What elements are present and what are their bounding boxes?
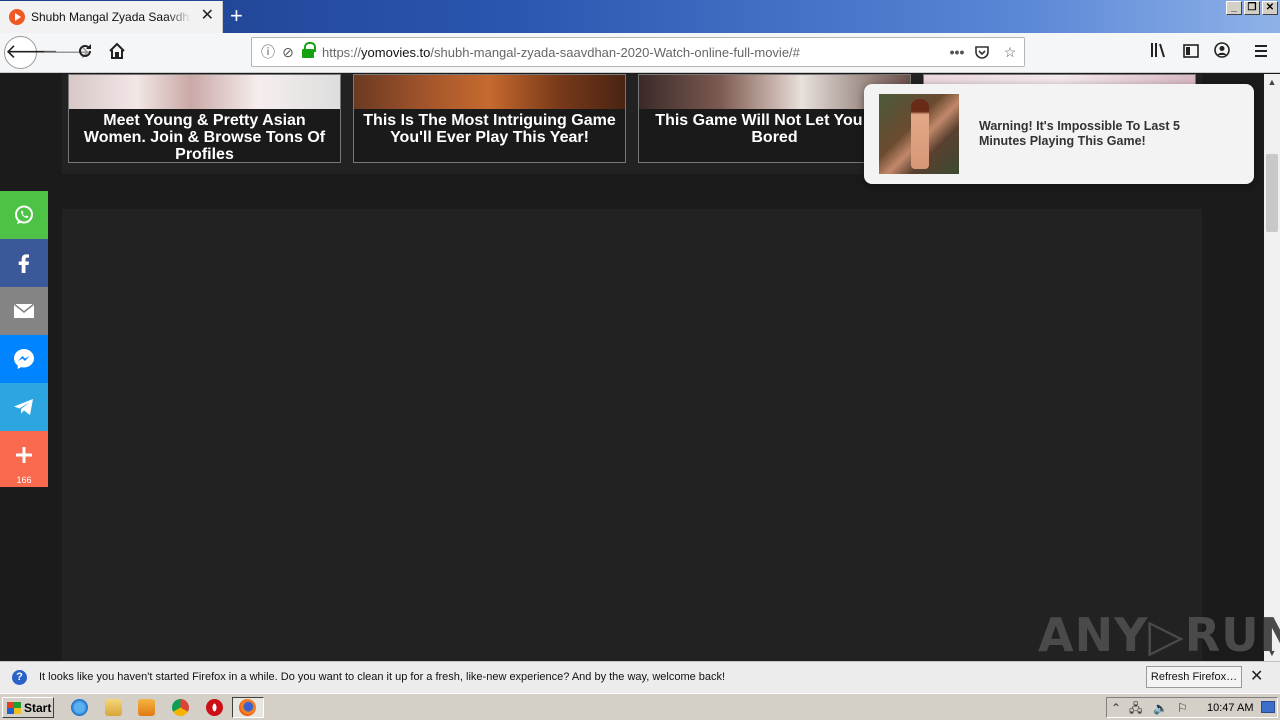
whatsapp-icon [15, 205, 33, 224]
video-player-area[interactable] [62, 209, 1202, 661]
notification-bar: ? It looks like you haven't started Fire… [0, 661, 1280, 693]
messenger-share-button[interactable] [0, 335, 48, 383]
ad-caption: This Is The Most Intriguing Game You'll … [363, 112, 616, 146]
taskbar: Start ⌃ 🖧 🔈 ⚐ 10:47 AM [0, 693, 1280, 720]
show-desktop-icon[interactable] [1261, 701, 1275, 713]
facebook-share-button[interactable] [0, 239, 48, 287]
home-button[interactable] [106, 42, 128, 64]
lock-icon[interactable] [302, 42, 316, 58]
sidebar-toggle-icon[interactable] [1180, 42, 1202, 62]
firefox-icon [239, 699, 256, 716]
ad-card[interactable]: Meet Young & Pretty Asian Women. Join & … [68, 74, 341, 163]
folder-icon[interactable] [105, 699, 122, 716]
telegram-share-button[interactable] [0, 383, 48, 431]
pocket-icon[interactable] [974, 44, 990, 63]
more-share-button[interactable]: 166 [0, 431, 48, 487]
tab-title: Shubh Mangal Zyada Saavdhan (2 [31, 10, 191, 24]
chrome-icon[interactable] [172, 699, 189, 716]
media-player-icon[interactable] [138, 699, 155, 716]
close-tab-icon[interactable]: ✕ [201, 8, 214, 24]
start-button[interactable]: Start [2, 697, 54, 718]
tray-expand-icon[interactable]: ⌃ [1111, 701, 1121, 715]
flag-icon[interactable]: ⚐ [1177, 701, 1188, 715]
ad-image [69, 75, 340, 109]
url-text[interactable]: https://yomovies.to/shubh-mangal-zyada-s… [322, 45, 800, 60]
close-notification-icon[interactable]: ✕ [1250, 668, 1263, 686]
volume-icon[interactable]: 🔈 [1153, 701, 1168, 715]
whatsapp-share-button[interactable] [0, 191, 48, 239]
network-icon[interactable]: 🖧 [1129, 701, 1142, 715]
popup-ad[interactable]: Warning! It's Impossible To Last 5 Minut… [864, 84, 1254, 184]
internet-explorer-icon[interactable] [71, 699, 88, 716]
ad-caption: Meet Young & Pretty Asian Women. Join & … [83, 112, 326, 163]
ad-image [354, 75, 625, 109]
scroll-thumb[interactable] [1266, 154, 1278, 232]
ad-card[interactable]: This Is The Most Intriguing Game You'll … [353, 74, 626, 163]
home-icon [109, 42, 125, 59]
forward-button[interactable]: 🡒 [42, 42, 90, 62]
question-icon: ? [12, 670, 27, 685]
system-tray: ⌃ 🖧 🔈 ⚐ 10:47 AM [1106, 697, 1278, 718]
info-icon[interactable]: ⓘ [260, 44, 276, 60]
email-icon [13, 303, 35, 318]
site-favicon-icon [9, 9, 25, 25]
window-controls: _ ❐ ✕ [1226, 1, 1278, 15]
opera-icon[interactable] [206, 699, 223, 716]
new-tab-button[interactable]: + [230, 4, 243, 28]
navigation-toolbar: 🡐 🡒 ⓘ ⊘ https://yomovies.to/shubh-mangal… [0, 33, 1280, 73]
address-bar[interactable]: ⓘ ⊘ https://yomovies.to/shubh-mangal-zya… [251, 37, 1025, 67]
plus-icon [16, 447, 32, 463]
messenger-icon [14, 349, 34, 369]
scroll-up-arrow-icon[interactable]: ▲ [1264, 74, 1280, 90]
page-actions-icon[interactable]: ••• [946, 44, 968, 60]
minimize-button[interactable]: _ [1226, 1, 1242, 15]
firefox-taskbar-button[interactable] [232, 697, 264, 718]
reload-button[interactable] [74, 42, 96, 64]
library-icon[interactable] [1148, 42, 1170, 64]
account-icon[interactable] [1211, 42, 1233, 62]
telegram-icon [14, 399, 33, 415]
tracking-protection-icon[interactable]: ⊘ [280, 44, 296, 60]
anyrun-watermark: ANY▷RUN [1038, 608, 1280, 662]
popup-ad-text: Warning! It's Impossible To Last 5 Minut… [979, 119, 1180, 148]
close-window-button[interactable]: ✕ [1262, 1, 1278, 15]
maximize-button[interactable]: ❐ [1244, 1, 1260, 15]
share-count: 166 [16, 475, 32, 485]
popup-figure [911, 99, 929, 169]
clock: 10:47 AM [1207, 702, 1254, 714]
notification-text: It looks like you haven't started Firefo… [39, 671, 726, 683]
page-scrollbar[interactable]: ▲ ▼ [1264, 74, 1280, 661]
facebook-icon [18, 254, 29, 273]
email-share-button[interactable] [0, 287, 48, 335]
windows-logo-icon [7, 701, 21, 714]
back-button[interactable]: 🡐 [4, 36, 59, 69]
refresh-firefox-button[interactable]: Refresh Firefox… [1146, 666, 1242, 688]
browser-tab[interactable]: Shubh Mangal Zyada Saavdhan (2 ✕ [0, 1, 223, 33]
reload-icon [79, 44, 91, 57]
popup-ad-image [879, 94, 959, 174]
tab-strip: Shubh Mangal Zyada Saavdhan (2 ✕ + _ ❐ ✕ [0, 0, 1280, 33]
menu-icon[interactable] [1250, 42, 1272, 62]
start-label: Start [24, 700, 52, 715]
bookmark-star-icon[interactable]: ☆ [1002, 44, 1018, 60]
